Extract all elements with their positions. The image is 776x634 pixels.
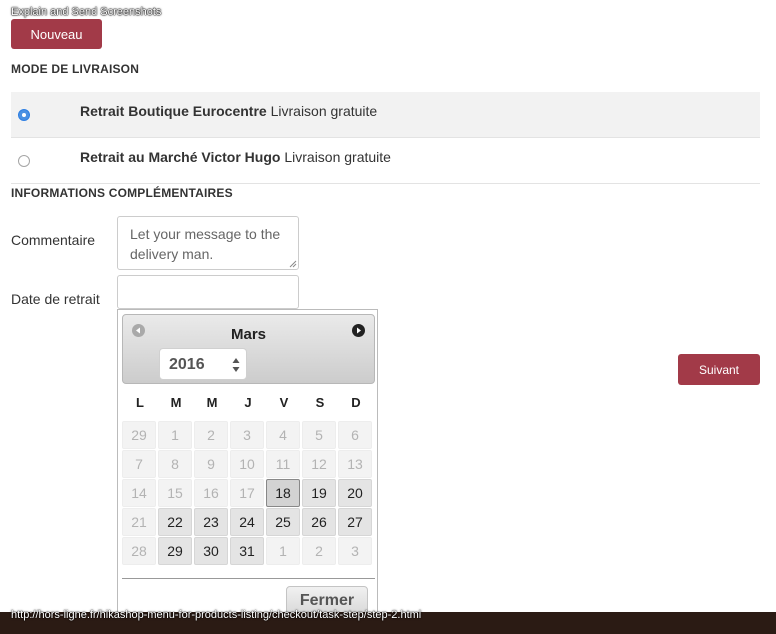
calendar-day[interactable]: 30 <box>194 537 228 565</box>
calendar-day: 6 <box>338 421 372 449</box>
weekday-label: J <box>244 395 252 410</box>
calendar-grid: LMMJVSD 29 1 2 3 4 5 6 7 8 9 10 11 12 13 14 15 16 17 18 19 2… <box>122 391 374 566</box>
calendar-day: 16 <box>194 479 228 507</box>
calendar-day[interactable]: 24 <box>230 508 264 536</box>
calendar-day[interactable]: 26 <box>302 508 336 536</box>
shipping-option-victor-hugo[interactable]: Retrait au Marché Victor Hugo Livraison … <box>11 138 760 184</box>
weekday-label: D <box>351 395 361 410</box>
date-label: Date de retrait <box>11 291 100 307</box>
calendar-day[interactable]: 29 <box>158 537 192 565</box>
calendar-day: 17 <box>230 479 264 507</box>
calendar-day: 1 <box>266 537 300 565</box>
calendar-day: 2 <box>194 421 228 449</box>
calendar-day: 2 <box>302 537 336 565</box>
calendar-day: 29 <box>122 421 156 449</box>
shipping-option-text: Retrait Boutique Eurocentre Livraison gr… <box>80 103 377 119</box>
weekday-label: S <box>315 395 325 410</box>
calendar-day[interactable]: 23 <box>194 508 228 536</box>
shipping-option-price: Livraison gratuite <box>284 149 391 165</box>
calendar-day: 13 <box>338 450 372 478</box>
shipping-radio-victor-hugo[interactable] <box>18 155 30 167</box>
calendar-day: 1 <box>158 421 192 449</box>
shipping-section-title: MODE DE LIVRAISON <box>11 62 140 76</box>
calendar-day: 9 <box>194 450 228 478</box>
weekday-label: M <box>170 395 182 410</box>
calendar-weeks: 29 1 2 3 4 5 6 7 8 9 10 11 12 13 14 15 16 17 18 19 20 21 22 23 2… <box>122 421 374 565</box>
datepicker-month: Mars <box>230 326 267 343</box>
next-month-icon[interactable] <box>352 324 365 337</box>
calendar-week-row: 14 15 16 17 18 19 20 <box>122 479 374 507</box>
calendar-day: 14 <box>122 479 156 507</box>
calendar-day: 8 <box>158 450 192 478</box>
calendar-day[interactable]: 22 <box>158 508 192 536</box>
year-select-value: 2016 <box>169 356 205 373</box>
calendar-day: 28 <box>122 537 156 565</box>
datepicker-divider <box>122 578 375 579</box>
calendar-day: 12 <box>302 450 336 478</box>
weekday-label: V <box>279 395 289 410</box>
calendar-week-row: 7 8 9 10 11 12 13 <box>122 450 374 478</box>
new-button[interactable]: Nouveau <box>11 19 102 49</box>
calendar-day: 3 <box>230 421 264 449</box>
comment-label: Commentaire <box>11 232 96 248</box>
calendar-day: 10 <box>230 450 264 478</box>
additional-section-title: INFORMATIONS COMPLÉMENTAIRES <box>11 186 233 200</box>
shipping-option-text: Retrait au Marché Victor Hugo Livraison … <box>80 149 391 165</box>
calendar-day: 15 <box>158 479 192 507</box>
calendar-day: 7 <box>122 450 156 478</box>
calendar-day[interactable]: 18 <box>266 479 300 507</box>
calendar-day[interactable]: 20 <box>338 479 372 507</box>
resize-grip-icon[interactable] <box>289 260 297 268</box>
next-button[interactable]: Suivant <box>678 354 760 385</box>
calendar-day[interactable]: 27 <box>338 508 372 536</box>
calendar-day: 3 <box>338 537 372 565</box>
comment-field[interactable] <box>117 216 299 270</box>
shipping-option-name: Retrait au Marché Victor Hugo <box>80 149 281 165</box>
calendar-day: 21 <box>122 508 156 536</box>
datepicker: Mars 2016 LMMJVSD 29 1 2 3 4 5 6 7 8 9 10 11 12 13 14 1… <box>117 309 378 621</box>
shipping-radio-eurocentre[interactable] <box>18 109 30 121</box>
shipping-option-name: Retrait Boutique Eurocentre <box>80 103 267 119</box>
calendar-day[interactable]: 25 <box>266 508 300 536</box>
year-select[interactable]: 2016 <box>159 348 247 380</box>
calendar-week-row: 21 22 23 24 25 26 27 <box>122 508 374 536</box>
weekday-header: LMMJVSD <box>122 391 374 421</box>
calendar-day: 11 <box>266 450 300 478</box>
extension-label: Explain and Send Screenshots <box>11 6 162 18</box>
calendar-day: 5 <box>302 421 336 449</box>
calendar-day: 4 <box>266 421 300 449</box>
spinner-arrows-icon <box>232 358 240 372</box>
status-url: http://hors-ligne.fr/hikashop-menu-for-p… <box>11 609 422 621</box>
calendar-week-row: 29 1 2 3 4 5 6 <box>122 421 374 449</box>
comment-field-wrap <box>117 216 299 270</box>
calendar-day[interactable]: 31 <box>230 537 264 565</box>
calendar-week-row: 28 29 30 31 1 2 3 <box>122 537 374 565</box>
weekday-label: M <box>206 395 218 410</box>
shipping-option-price: Livraison gratuite <box>270 103 378 119</box>
calendar-day[interactable]: 19 <box>302 479 336 507</box>
weekday-label: L <box>136 395 144 410</box>
datepicker-header: Mars 2016 <box>122 314 375 384</box>
shipping-option-eurocentre[interactable]: Retrait Boutique Eurocentre Livraison gr… <box>11 92 760 138</box>
date-field[interactable] <box>117 275 299 309</box>
